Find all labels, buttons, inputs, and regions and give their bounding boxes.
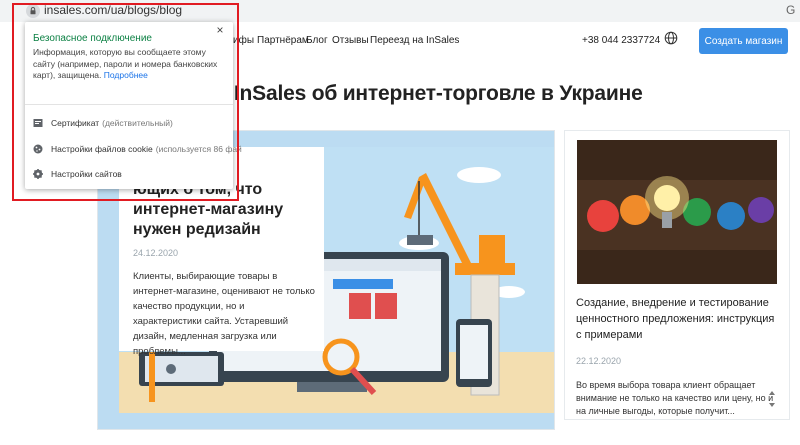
nav-link-migrate[interactable]: Переезд на InSales (370, 35, 459, 46)
phone-number[interactable]: +38 044 2337724 (582, 35, 660, 46)
article-date: 22.12.2020 (576, 356, 622, 366)
google-icon[interactable]: G (786, 3, 795, 17)
nav-link-reviews[interactable]: Отзывы (332, 35, 369, 46)
hero-article-excerpt: Клиенты, выбирающие товары в интернет-ма… (133, 271, 315, 357)
highlight-frame (12, 3, 239, 201)
nav-link-partners[interactable]: Партнёрам (257, 35, 309, 46)
article-image (577, 140, 777, 284)
page-title: юг InSales об интернет-торговле в Украин… (202, 82, 643, 105)
nav-link-blog[interactable]: Блог (306, 35, 328, 46)
article-title[interactable]: Создание, внедрение и тестирование ценно… (576, 295, 781, 343)
create-store-button[interactable]: Создать магазин (699, 28, 788, 54)
scroll-arrows-icon[interactable] (768, 389, 776, 409)
globe-icon[interactable] (664, 31, 678, 45)
hero-article-date: 24.12.2020 (133, 248, 179, 258)
article-excerpt: Во время выбора товара клиент обращает в… (576, 380, 774, 416)
